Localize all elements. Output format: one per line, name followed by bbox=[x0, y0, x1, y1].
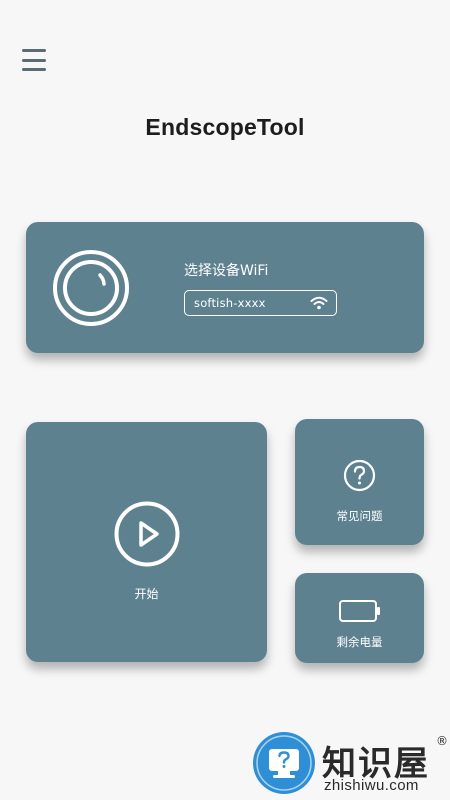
question-circle-icon bbox=[343, 459, 376, 492]
wifi-signal-icon bbox=[310, 296, 328, 310]
wifi-dropdown[interactable]: softish-xxxx bbox=[184, 290, 337, 316]
menu-bar-top bbox=[22, 49, 46, 52]
play-circle-icon bbox=[114, 501, 180, 567]
wifi-select-label: 选择设备WiFi bbox=[184, 263, 269, 279]
battery-label: 剩余电量 bbox=[336, 635, 383, 649]
camera-lens-icon bbox=[53, 250, 129, 326]
start-label: 开始 bbox=[134, 587, 159, 601]
battery-button[interactable]: 剩余电量 bbox=[295, 573, 424, 663]
watermark-logo: 知识屋 ® zhishiwu.com bbox=[244, 728, 450, 800]
wifi-selection-card[interactable]: 选择设备WiFi softish-xxxx bbox=[26, 222, 424, 353]
start-button[interactable]: 开始 bbox=[26, 422, 267, 662]
app-title: EndscopeTool bbox=[145, 114, 305, 140]
watermark-domain: zhishiwu.com bbox=[324, 777, 419, 794]
watermark-badge-icon bbox=[253, 732, 315, 794]
hamburger-menu-icon[interactable] bbox=[22, 49, 46, 71]
menu-bar-middle bbox=[22, 58, 46, 62]
wifi-selected-value: softish-xxxx bbox=[194, 296, 266, 310]
battery-icon bbox=[339, 600, 380, 622]
menu-bar-bottom bbox=[22, 68, 46, 71]
faq-label: 常见问题 bbox=[336, 509, 383, 523]
faq-button[interactable]: 常见问题 bbox=[295, 419, 424, 545]
watermark-registered-mark: ® bbox=[436, 734, 448, 748]
